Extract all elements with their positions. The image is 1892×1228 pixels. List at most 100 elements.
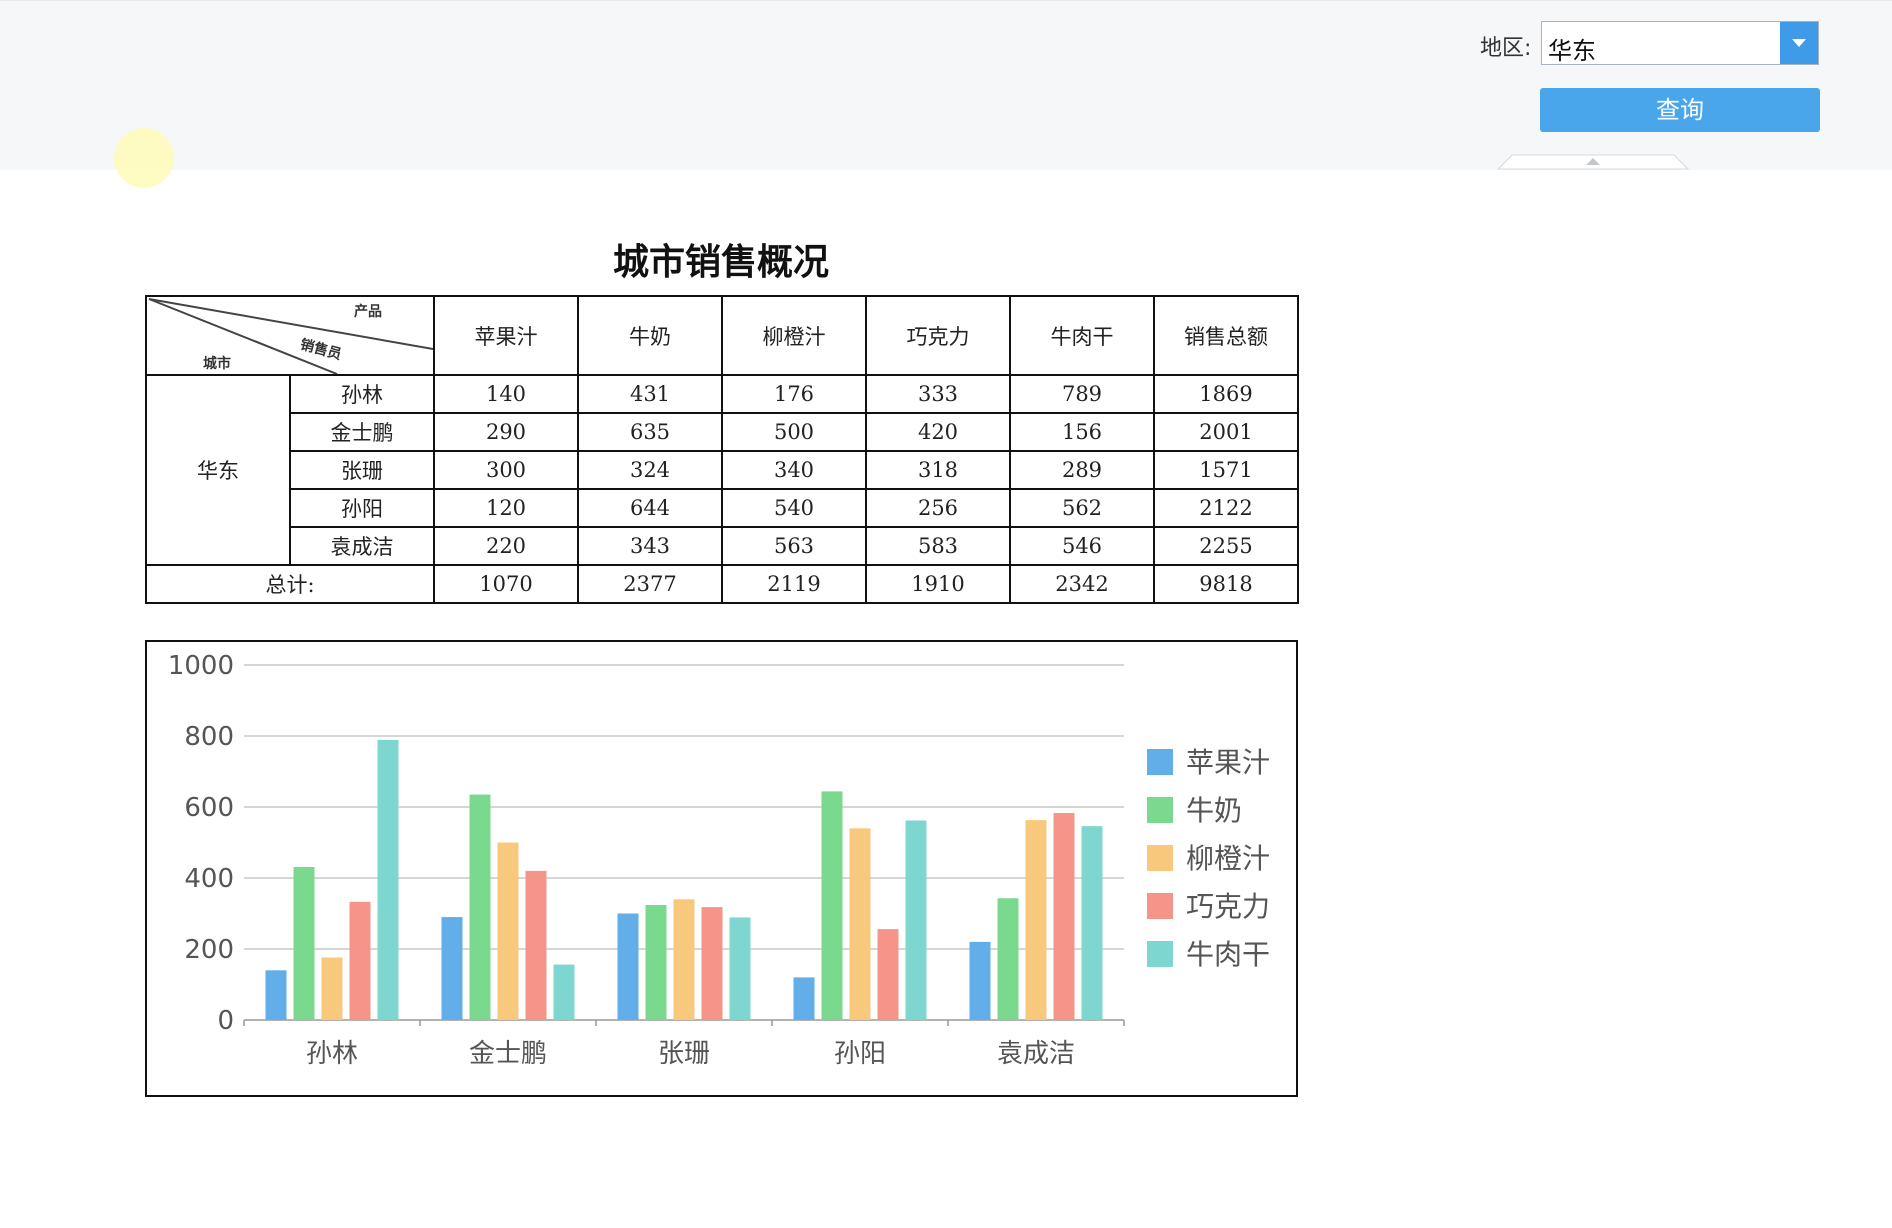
- salesperson-cell: 金士鹏: [289, 412, 435, 452]
- bar: [497, 842, 519, 1020]
- legend-label: 巧克力: [1186, 890, 1270, 923]
- column-total: 2342: [1009, 564, 1155, 604]
- bar-chart: 0 200 400 600 800 1000 孙林 金士鹏 张珊 孙阳 袁成洁 苹果汁牛奶柳橙汁巧克力…: [168, 651, 1270, 1069]
- x-tick-label: 孙林: [306, 1039, 358, 1069]
- y-tick-label: 0: [217, 1006, 234, 1036]
- bar: [469, 794, 491, 1020]
- value-cell: 220: [433, 526, 579, 566]
- value-cell: 289: [1009, 450, 1155, 490]
- salesperson-cell: 孙林: [289, 374, 435, 414]
- value-cell: 546: [1009, 526, 1155, 566]
- value-cell: 333: [865, 374, 1011, 414]
- value-cell: 324: [577, 450, 723, 490]
- bar: [673, 899, 695, 1020]
- table-row: 张珊 300 324 340 318 289 1571: [146, 450, 1299, 490]
- bar: [377, 739, 399, 1020]
- query-button[interactable]: 查询: [1540, 88, 1820, 132]
- value-cell: 563: [721, 526, 867, 566]
- bar: [321, 957, 343, 1020]
- table-row: 孙阳 120 644 540 256 562 2122: [146, 488, 1299, 528]
- corner-city-label: 城市: [203, 356, 231, 372]
- bar: [293, 866, 315, 1020]
- bar: [525, 870, 547, 1020]
- cursor-highlight: [114, 128, 174, 188]
- y-tick-label: 600: [184, 793, 234, 823]
- value-cell: 318: [865, 450, 1011, 490]
- sales-chart: 0 200 400 600 800 1000 孙林 金士鹏 张珊 孙阳 袁成洁 苹果汁 牛奶 柳橙汁 巧克力…: [145, 640, 1298, 1097]
- column-header: 牛肉干: [1009, 295, 1155, 376]
- total-cell: 2255: [1153, 526, 1299, 566]
- grand-total: 9818: [1153, 564, 1299, 604]
- legend-label: 牛肉干: [1186, 938, 1270, 971]
- legend-swatch: [1147, 893, 1173, 919]
- y-tick-label: 800: [184, 722, 234, 752]
- bar: [905, 820, 927, 1020]
- bar: [349, 901, 371, 1020]
- x-tick-label: 金士鹏: [469, 1039, 547, 1069]
- value-cell: 540: [721, 488, 867, 528]
- total-cell: 1571: [1153, 450, 1299, 490]
- chevron-down-icon: [1792, 39, 1806, 47]
- total-label: 总计:: [145, 564, 435, 604]
- value-cell: 420: [865, 412, 1011, 452]
- diagonal-header-cell: 产品 销售员 城市: [145, 295, 435, 376]
- table-row: 金士鹏 290 635 500 420 156 2001: [146, 412, 1299, 452]
- bar: [997, 898, 1019, 1020]
- value-cell: 290: [433, 412, 579, 452]
- y-tick-label: 400: [184, 864, 234, 894]
- value-cell: 644: [577, 488, 723, 528]
- salesperson-cell: 袁成洁: [289, 526, 435, 566]
- bar: [617, 913, 639, 1020]
- value-cell: 431: [577, 374, 723, 414]
- legend-label: 牛奶: [1186, 794, 1242, 827]
- table-row: 袁成洁 220 343 563 583 546 2255: [146, 526, 1299, 566]
- bar: [793, 977, 815, 1020]
- y-tick-label: 1000: [168, 651, 234, 681]
- dropdown-arrow-button[interactable]: [1780, 22, 1818, 64]
- sales-table: 产品 销售员 城市 苹果汁 牛奶 柳橙汁 巧克力 牛肉干 销售总额 华东 孙林 …: [145, 295, 1299, 604]
- legend-swatch: [1147, 749, 1173, 775]
- legend-swatch: [1147, 941, 1173, 967]
- x-tick-label: 袁成洁: [997, 1039, 1075, 1069]
- bar: [645, 904, 667, 1020]
- column-header: 销售总额: [1153, 295, 1299, 376]
- salesperson-cell: 张珊: [289, 450, 435, 490]
- bar: [1053, 813, 1075, 1020]
- collapse-toggle[interactable]: [1478, 153, 1708, 170]
- y-tick-label: 200: [184, 935, 234, 965]
- region-dropdown[interactable]: 华东: [1541, 21, 1819, 65]
- report-title: 城市销售概况: [612, 241, 829, 283]
- column-header: 苹果汁: [433, 295, 579, 376]
- bar: [441, 917, 463, 1020]
- corner-product-label: 产品: [354, 304, 382, 320]
- column-total: 1910: [865, 564, 1011, 604]
- table-row: 华东 孙林 140 431 176 333 789 1869: [145, 374, 1299, 566]
- bar: [821, 791, 843, 1020]
- value-cell: 176: [721, 374, 867, 414]
- column-header: 牛奶: [577, 295, 723, 376]
- bar: [729, 917, 751, 1020]
- value-cell: 340: [721, 450, 867, 490]
- column-header: 巧克力: [865, 295, 1011, 376]
- legend-swatch: [1147, 797, 1173, 823]
- x-tick-label: 张珊: [658, 1039, 710, 1069]
- legend-label: 苹果汁: [1186, 746, 1270, 779]
- diagonal-lines: [148, 298, 433, 374]
- column-total: 2377: [577, 564, 723, 604]
- bar: [877, 929, 899, 1020]
- column-header: 柳橙汁: [721, 295, 867, 376]
- total-cell: 1869: [1153, 374, 1299, 414]
- bar: [1081, 826, 1103, 1020]
- region-dropdown-value: 华东: [1548, 37, 1596, 65]
- value-cell: 635: [577, 412, 723, 452]
- legend-label: 柳橙汁: [1186, 842, 1270, 875]
- column-total: 2119: [721, 564, 867, 604]
- bar: [1025, 820, 1047, 1020]
- value-cell: 140: [433, 374, 579, 414]
- bar: [553, 964, 575, 1020]
- column-total: 1070: [433, 564, 579, 604]
- table-header-row: 产品 销售员 城市 苹果汁 牛奶 柳橙汁 巧克力 牛肉干 销售总额: [145, 295, 1299, 376]
- value-cell: 156: [1009, 412, 1155, 452]
- totals-row: 总计: 1070 2377 2119 1910 2342 9818: [145, 564, 1299, 604]
- bar: [265, 970, 287, 1020]
